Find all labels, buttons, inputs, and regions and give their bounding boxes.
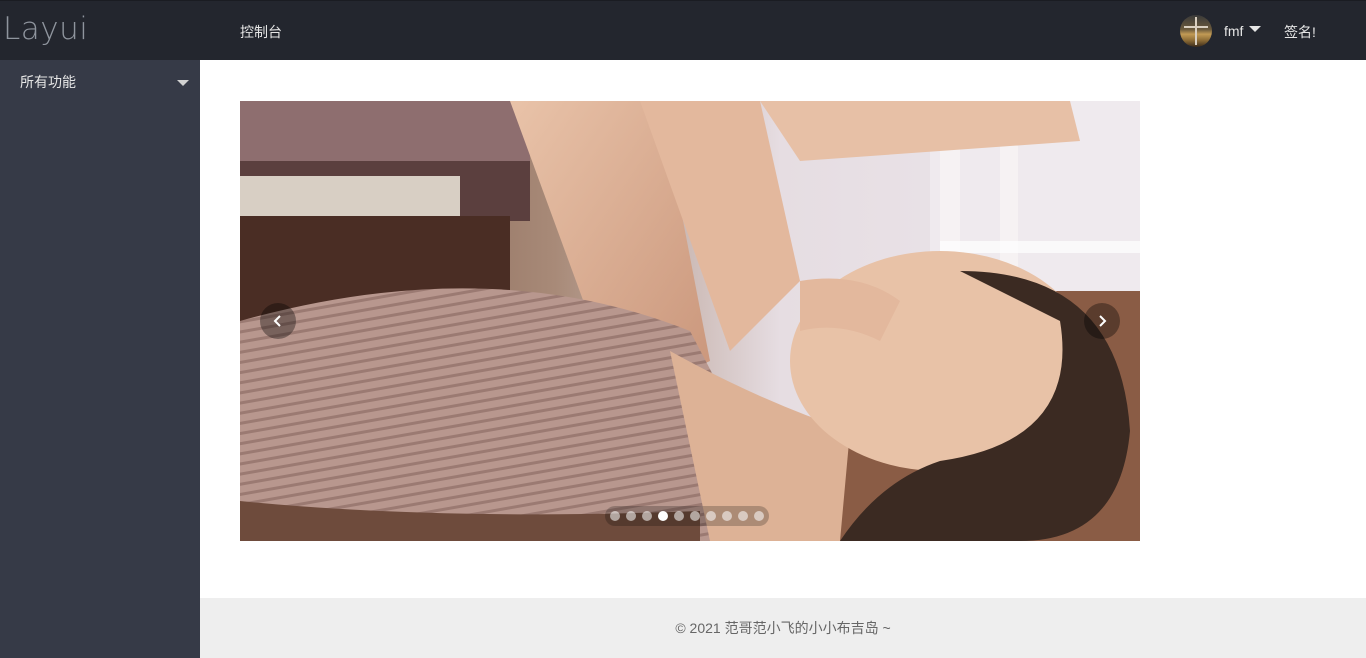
user-name[interactable]: fmf	[1224, 23, 1243, 39]
carousel-dot[interactable]	[706, 511, 716, 521]
carousel-dot[interactable]	[658, 511, 668, 521]
carousel-dot[interactable]	[690, 511, 700, 521]
footer: © 2021 范哥范小飞的小小布吉岛 ~	[200, 598, 1366, 658]
nav-console-link[interactable]: 控制台	[240, 22, 282, 42]
carousel-indicator	[605, 506, 769, 526]
sidebar-item-all-features[interactable]: 所有功能	[0, 60, 200, 105]
sidebar: 所有功能	[0, 60, 200, 658]
carousel-dot[interactable]	[626, 511, 636, 521]
carousel-next-button[interactable]	[1084, 303, 1120, 339]
signature-link[interactable]: 签名!	[1284, 22, 1316, 42]
footer-text: © 2021 范哥范小飞的小小布吉岛 ~	[675, 620, 891, 636]
carousel-image	[240, 101, 1140, 541]
chevron-right-icon	[1099, 315, 1107, 327]
carousel-dot[interactable]	[642, 511, 652, 521]
chevron-left-icon	[273, 315, 281, 327]
logo: Layui	[3, 11, 89, 47]
carousel-dot[interactable]	[674, 511, 684, 521]
avatar[interactable]	[1180, 15, 1212, 47]
main-body	[200, 60, 1366, 598]
image-carousel[interactable]	[240, 101, 1140, 541]
sidebar-item-label: 所有功能	[20, 74, 76, 90]
user-menu[interactable]: fmf	[1180, 15, 1262, 47]
chevron-down-icon[interactable]	[1249, 26, 1262, 32]
carousel-dot[interactable]	[722, 511, 732, 521]
chevron-down-icon[interactable]	[177, 80, 189, 86]
carousel-dot[interactable]	[738, 511, 748, 521]
carousel-dot[interactable]	[610, 511, 620, 521]
top-header: Layui 控制台 fmf 签名!	[0, 0, 1366, 60]
carousel-dot[interactable]	[754, 511, 764, 521]
carousel-prev-button[interactable]	[260, 303, 296, 339]
